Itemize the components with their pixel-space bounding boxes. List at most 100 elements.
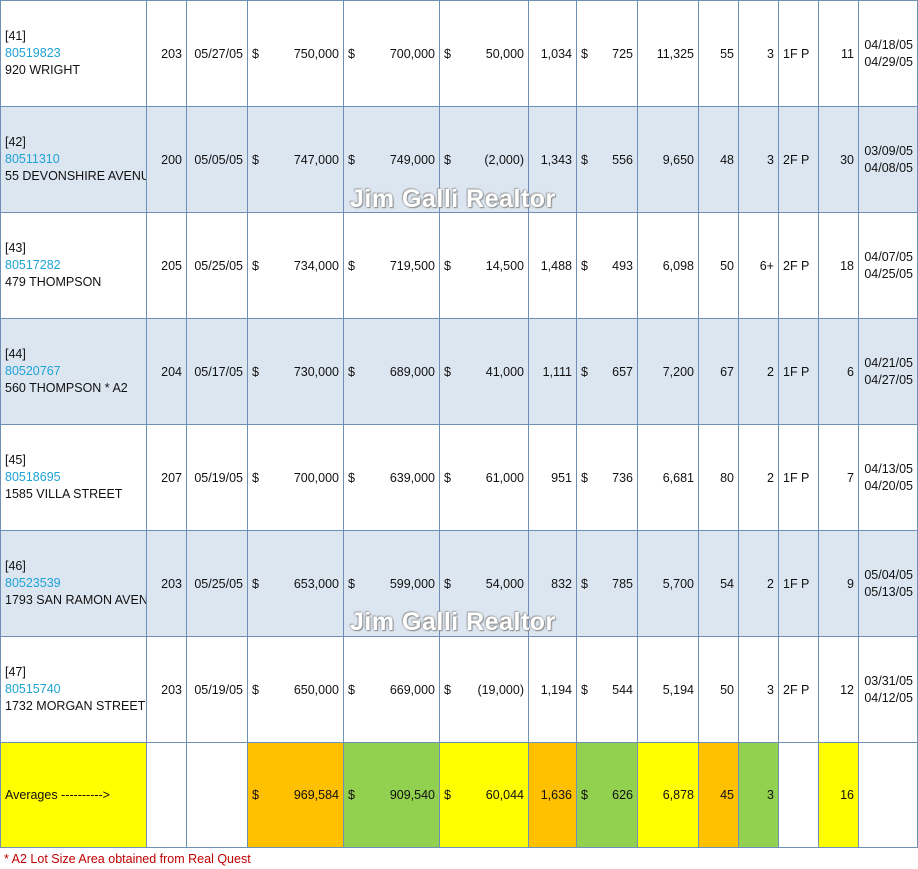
bedrooms-cell: 3 — [738, 0, 779, 107]
price-per-sqft-cell: $736 — [576, 424, 638, 531]
dates-cell: 04/21/05 04/27/05 — [858, 318, 918, 425]
footnote: * A2 Lot Size Area obtained from Real Qu… — [4, 852, 251, 866]
avg-age-cell: 45 — [698, 742, 739, 848]
address-cell: [47]805157401732 MORGAN STREET * A2 — [0, 636, 147, 743]
mls-number[interactable]: 80511310 — [5, 151, 142, 168]
bedrooms-cell: 2 — [738, 424, 779, 531]
bedrooms-cell: 2 — [738, 318, 779, 425]
empty-cell — [858, 742, 918, 848]
days-on-market-cell: 9 — [818, 530, 859, 637]
sale-price-cell: $700,000 — [343, 0, 440, 107]
sqft-cell: 1,343 — [528, 106, 577, 213]
days-on-market-cell: 7 — [818, 424, 859, 531]
sale-price-cell: $639,000 — [343, 424, 440, 531]
lot-size-cell: 9,650 — [637, 106, 699, 213]
difference-cell: $50,000 — [439, 0, 529, 107]
averages-label: Averages ----------> — [0, 742, 147, 848]
difference-cell: $41,000 — [439, 318, 529, 425]
sale-price-cell: $669,000 — [343, 636, 440, 743]
table-row: [47]805157401732 MORGAN STREET * A2 203 … — [0, 636, 918, 743]
mls-number[interactable]: 80515740 — [5, 681, 142, 698]
table-row: [44] 80520767 560 THOMPSON * A2 204 05/17/… — [0, 318, 918, 425]
address-cell: [43] 80517282 479 THOMPSON — [0, 212, 147, 319]
list-price-cell: $650,000 — [247, 636, 344, 743]
list-price-cell: $653,000 — [247, 530, 344, 637]
age-cell: 54 — [698, 530, 739, 637]
lot-size-cell: 6,681 — [637, 424, 699, 531]
avg-lot-size-cell: 6,878 — [637, 742, 699, 848]
avg-bedrooms-cell: 3 — [738, 742, 779, 848]
sold-date-cell: 05/19/05 — [186, 636, 248, 743]
style-cell: 1F P — [778, 424, 819, 531]
sold-date-cell: 05/19/05 — [186, 424, 248, 531]
lot-size-cell: 7,200 — [637, 318, 699, 425]
avg-sale-price-cell: $909,540 — [343, 742, 440, 848]
dates-cell: 03/31/05 04/12/05 — [858, 636, 918, 743]
empty-cell — [778, 742, 819, 848]
sqft-cell: 1,034 — [528, 0, 577, 107]
list-price-cell: $734,000 — [247, 212, 344, 319]
table-row: [42] 80511310 55 DEVONSHIRE AVENUE 200 05/… — [0, 106, 918, 213]
difference-cell: $ (19,000) — [439, 636, 529, 743]
sqft-cell: 832 — [528, 530, 577, 637]
age-cell: 80 — [698, 424, 739, 531]
sqft-cell: 951 — [528, 424, 577, 531]
area-cell: 200 — [146, 106, 187, 213]
bedrooms-cell: 3 — [738, 636, 779, 743]
difference-cell: $ (2,000) — [439, 106, 529, 213]
empty-cell — [146, 742, 187, 848]
dates-cell: 04/18/05 04/29/05 — [858, 0, 918, 107]
table-row: [41] 80519823 920 WRIGHT 203 05/27/05 $750… — [0, 0, 918, 107]
mls-number[interactable]: 80520767 — [5, 363, 142, 380]
sale-price-cell: $719,500 — [343, 212, 440, 319]
lot-size-cell: 5,194 — [637, 636, 699, 743]
sold-date-cell: 05/05/05 — [186, 106, 248, 213]
difference-cell: $54,000 — [439, 530, 529, 637]
lot-size-cell: 6,098 — [637, 212, 699, 319]
days-on-market-cell: 11 — [818, 0, 859, 107]
style-cell: 2F P — [778, 212, 819, 319]
sales-comparison-table: [41] 80519823 920 WRIGHT 203 05/27/05 $750… — [0, 0, 918, 848]
lot-size-cell: 5,700 — [637, 530, 699, 637]
sold-date-cell: 05/27/05 — [186, 0, 248, 107]
style-cell: 2F P — [778, 636, 819, 743]
bedrooms-cell: 2 — [738, 530, 779, 637]
table-row: [46]805235391793 SAN RAMON AVENUE 203 05… — [0, 530, 918, 637]
dates-cell: 04/07/05 04/25/05 — [858, 212, 918, 319]
style-cell: 1F P — [778, 318, 819, 425]
sold-date-cell: 05/25/05 — [186, 212, 248, 319]
sqft-cell: 1,194 — [528, 636, 577, 743]
dates-cell: 05/04/05 05/13/05 — [858, 530, 918, 637]
empty-cell — [186, 742, 248, 848]
price-per-sqft-cell: $493 — [576, 212, 638, 319]
address-cell: [44] 80520767 560 THOMPSON * A2 — [0, 318, 147, 425]
dates-cell: 04/13/05 04/20/05 — [858, 424, 918, 531]
sale-price-cell: $749,000 — [343, 106, 440, 213]
sqft-cell: 1,488 — [528, 212, 577, 319]
mls-number[interactable]: 80517282 — [5, 257, 142, 274]
mls-number[interactable]: 80519823 — [5, 45, 142, 62]
avg-sqft-cell: 1,636 — [528, 742, 577, 848]
sold-date-cell: 05/25/05 — [186, 530, 248, 637]
area-cell: 203 — [146, 636, 187, 743]
sale-price-cell: $689,000 — [343, 318, 440, 425]
avg-days-on-market-cell: 16 — [818, 742, 859, 848]
price-per-sqft-cell: $785 — [576, 530, 638, 637]
age-cell: 67 — [698, 318, 739, 425]
list-price-cell: $750,000 — [247, 0, 344, 107]
mls-number[interactable]: 80523539 — [5, 575, 142, 592]
address-cell: [41] 80519823 920 WRIGHT — [0, 0, 147, 107]
bedrooms-cell: 3 — [738, 106, 779, 213]
list-price-cell: $700,000 — [247, 424, 344, 531]
days-on-market-cell: 12 — [818, 636, 859, 743]
table-row: [45] 80518695 1585 VILLA STREET 207 05/19/… — [0, 424, 918, 531]
age-cell: 55 — [698, 0, 739, 107]
style-cell: 1F P — [778, 0, 819, 107]
age-cell: 50 — [698, 636, 739, 743]
days-on-market-cell: 18 — [818, 212, 859, 319]
address-cell: [45] 80518695 1585 VILLA STREET — [0, 424, 147, 531]
days-on-market-cell: 6 — [818, 318, 859, 425]
list-price-cell: $747,000 — [247, 106, 344, 213]
dates-cell: 03/09/05 04/08/05 — [858, 106, 918, 213]
mls-number[interactable]: 80518695 — [5, 469, 142, 486]
